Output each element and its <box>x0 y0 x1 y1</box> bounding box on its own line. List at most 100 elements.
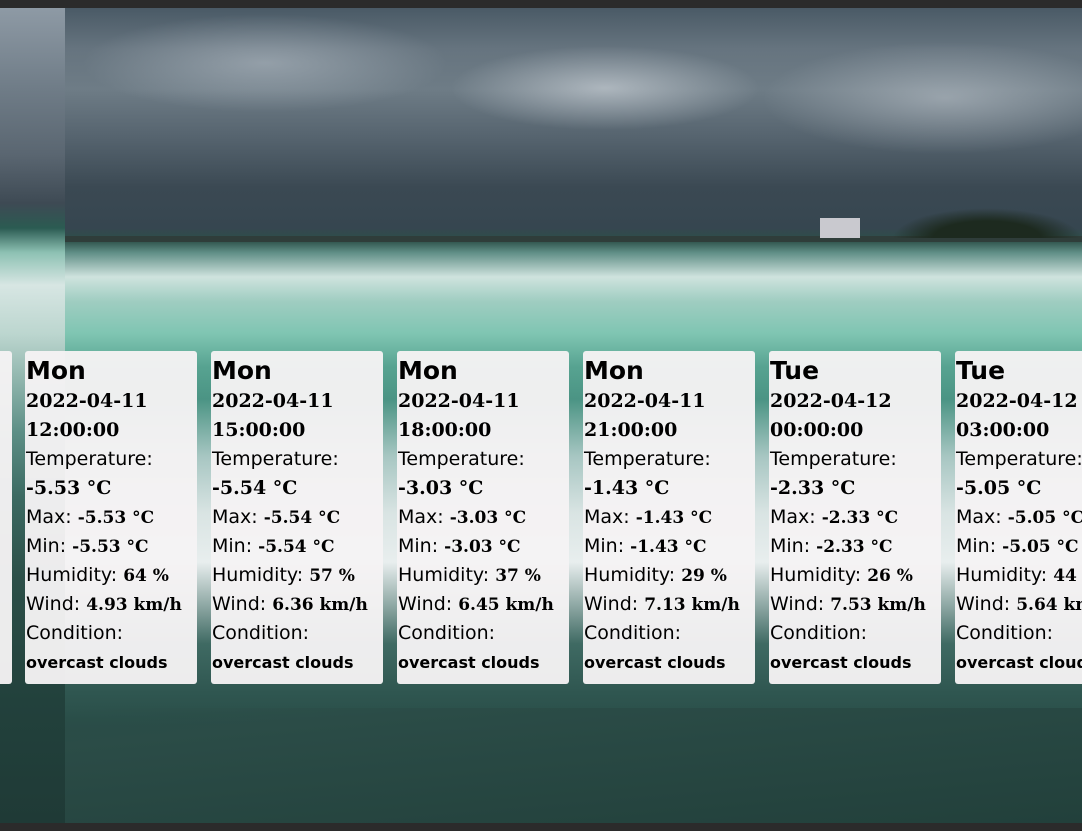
forecast-card: Mon 2022-04-11 15:00:00 Temperature: -5.… <box>211 351 383 684</box>
max-value: -5.05 °C <box>1007 508 1082 528</box>
humidity-row: Humidity: 64 % <box>26 561 197 590</box>
wind-value: 7.13 km/h <box>644 595 740 615</box>
condition-value: overcast clouds <box>212 653 354 672</box>
wind-label: Wind: <box>26 593 81 615</box>
condition-label: Condition: <box>212 622 310 644</box>
max-row: Max: -5.54 °C <box>212 503 383 532</box>
max-label: Max: <box>770 506 816 528</box>
max-label: Max: <box>398 506 444 528</box>
forecast-time: 12:00:00 <box>26 419 120 441</box>
min-value: -5.54 °C <box>258 537 335 557</box>
max-row: Max: -5.53 °C <box>26 503 197 532</box>
min-row: Min: -5.05 °C <box>956 532 1082 561</box>
wind-label: Wind: <box>770 593 825 615</box>
humidity-label: Humidity: <box>212 564 304 586</box>
wind-value: 4.93 km/h <box>86 595 182 615</box>
forecast-date: 2022-04-12 <box>770 390 892 412</box>
max-label: Max: <box>584 506 630 528</box>
humidity-row: Humidity: 37 % <box>398 561 569 590</box>
min-label: Min: <box>956 535 997 557</box>
humidity-label: Humidity: <box>770 564 862 586</box>
max-value: -5.54 °C <box>263 508 341 528</box>
condition-value: overcast clouds <box>398 653 540 672</box>
wind-value: 5.64 km/h <box>1016 595 1082 615</box>
wind-row: Wind: 5.64 km/h <box>956 590 1082 619</box>
humidity-label: Humidity: <box>956 564 1048 586</box>
humidity-value: 29 % <box>681 566 727 586</box>
min-row: Min: -3.03 °C <box>398 532 569 561</box>
humidity-label: Humidity: <box>584 564 676 586</box>
forecast-day: Mon <box>584 356 644 385</box>
wind-row: Wind: 6.36 km/h <box>212 590 383 619</box>
condition-label: Condition: <box>26 622 124 644</box>
temperature-value: -5.54 °C <box>212 477 298 499</box>
forecast-time: 21:00:00 <box>584 419 678 441</box>
max-value: -5.53 °C <box>77 508 155 528</box>
max-label: Max: <box>212 506 258 528</box>
max-value: -1.43 °C <box>635 508 713 528</box>
min-value: -3.03 °C <box>444 537 521 557</box>
forecast-carousel[interactable]: Mon 2022-04-11 12:00:00 Temperature: -5.… <box>0 351 1082 694</box>
min-value: -5.05 °C <box>1002 537 1079 557</box>
background-trees <box>892 208 1082 238</box>
wind-value: 7.53 km/h <box>830 595 926 615</box>
humidity-value: 26 % <box>867 566 913 586</box>
temperature-value: -5.53 °C <box>26 477 112 499</box>
min-label: Min: <box>584 535 625 557</box>
condition-value: overcast clouds <box>26 653 168 672</box>
max-value: -3.03 °C <box>449 508 527 528</box>
wind-label: Wind: <box>956 593 1011 615</box>
forecast-date: 2022-04-12 <box>956 390 1078 412</box>
forecast-day: Mon <box>398 356 458 385</box>
forecast-card: Tue 2022-04-12 00:00:00 Temperature: -2.… <box>769 351 941 684</box>
max-value: -2.33 °C <box>821 508 899 528</box>
forecast-day: Mon <box>212 356 272 385</box>
min-row: Min: -1.43 °C <box>584 532 755 561</box>
max-row: Max: -2.33 °C <box>770 503 941 532</box>
max-row: Max: -3.03 °C <box>398 503 569 532</box>
forecast-date: 2022-04-11 <box>212 390 334 412</box>
forecast-card: Mon 2022-04-11 12:00:00 Temperature: -5.… <box>25 351 197 684</box>
min-value: -2.33 °C <box>816 537 893 557</box>
forecast-time: 03:00:00 <box>956 419 1050 441</box>
wind-row: Wind: 6.45 km/h <box>398 590 569 619</box>
condition-label: Condition: <box>770 622 868 644</box>
wind-row: Wind: 4.93 km/h <box>26 590 197 619</box>
forecast-card: Mon 2022-04-11 18:00:00 Temperature: -3.… <box>397 351 569 684</box>
min-label: Min: <box>212 535 253 557</box>
min-row: Min: -2.33 °C <box>770 532 941 561</box>
humidity-row: Humidity: 57 % <box>212 561 383 590</box>
condition-value: overcast clouds <box>956 653 1082 672</box>
temperature-value: -5.05 °C <box>956 477 1042 499</box>
max-label: Max: <box>26 506 72 528</box>
background-water <box>65 708 1082 823</box>
forecast-day: Mon <box>26 356 86 385</box>
min-row: Min: -5.53 °C <box>26 532 197 561</box>
condition-label: Condition: <box>956 622 1054 644</box>
condition-value: overcast clouds <box>584 653 726 672</box>
min-label: Min: <box>770 535 811 557</box>
forecast-time: 18:00:00 <box>398 419 492 441</box>
humidity-label: Humidity: <box>398 564 490 586</box>
temperature-label: Temperature: <box>26 448 153 470</box>
max-row: Max: -1.43 °C <box>584 503 755 532</box>
min-label: Min: <box>26 535 67 557</box>
temperature-value: -3.03 °C <box>398 477 484 499</box>
wind-label: Wind: <box>212 593 267 615</box>
temperature-label: Temperature: <box>398 448 525 470</box>
temperature-label: Temperature: <box>584 448 711 470</box>
temperature-label: Temperature: <box>212 448 339 470</box>
min-label: Min: <box>398 535 439 557</box>
humidity-value: 64 % <box>123 566 169 586</box>
temperature-value: -2.33 °C <box>770 477 856 499</box>
forecast-day: Tue <box>956 356 1006 385</box>
humidity-row: Humidity: 26 % <box>770 561 941 590</box>
forecast-time: 00:00:00 <box>770 419 864 441</box>
forecast-card-partial <box>0 351 12 684</box>
wind-label: Wind: <box>584 593 639 615</box>
wind-label: Wind: <box>398 593 453 615</box>
wind-value: 6.45 km/h <box>458 595 554 615</box>
min-value: -5.53 °C <box>72 537 149 557</box>
humidity-row: Humidity: 29 % <box>584 561 755 590</box>
temperature-label: Temperature: <box>956 448 1082 470</box>
